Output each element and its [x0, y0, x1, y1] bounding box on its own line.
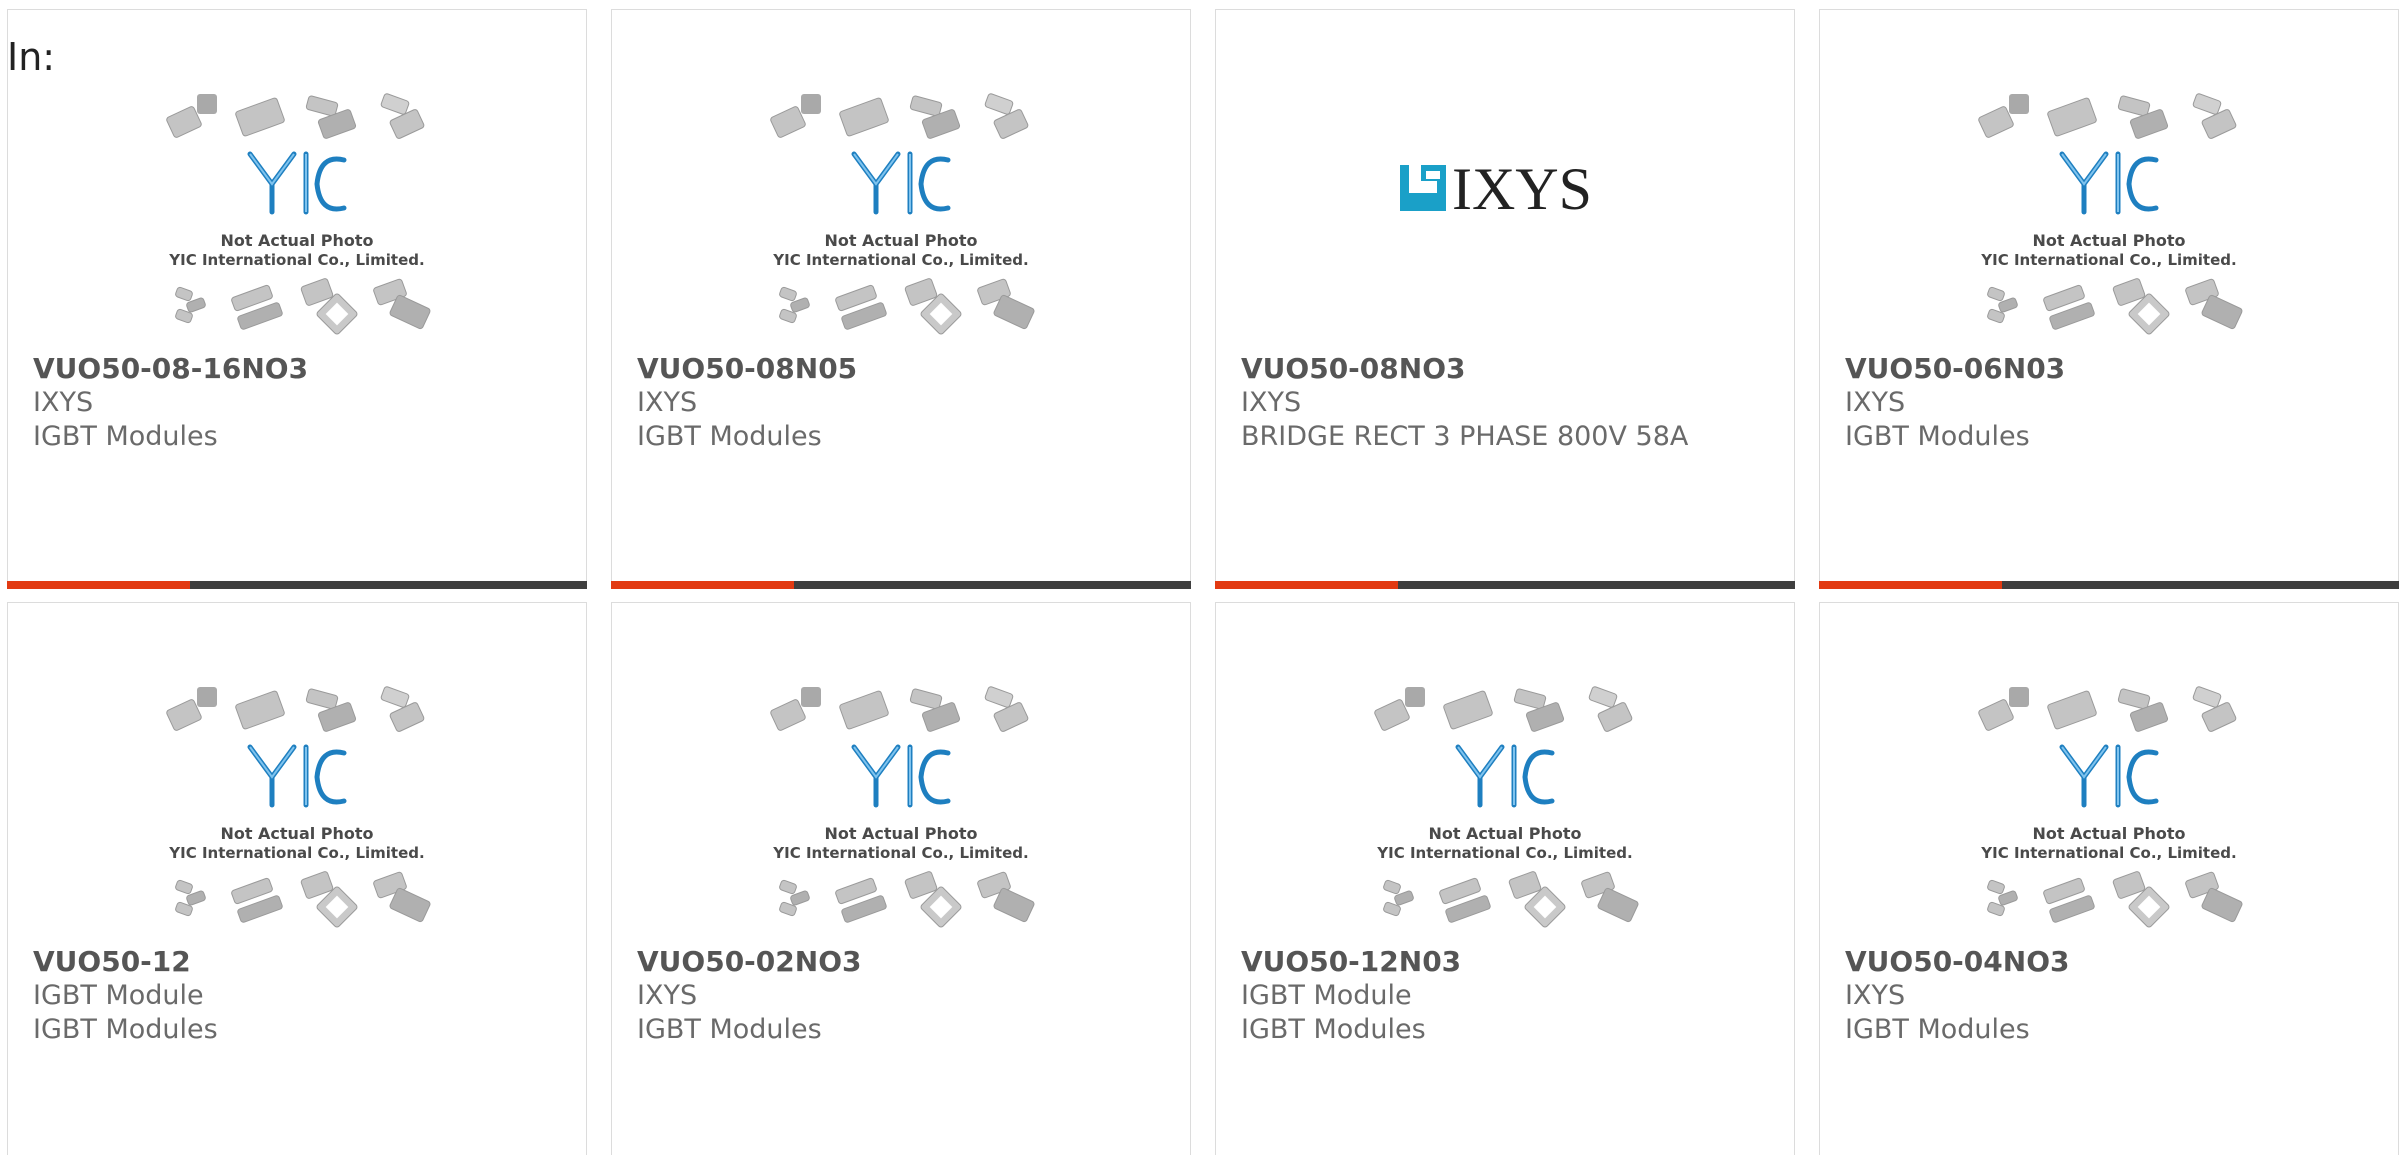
product-info: VUO50-04NO3 IXYS IGBT Modules [1845, 945, 2388, 1047]
part-number[interactable]: VUO50-02NO3 [637, 945, 1180, 979]
yic-placeholder-image: Not Actual PhotoYIC International Co., L… [1978, 686, 2243, 928]
product-card[interactable]: Not Actual Photo YIC International Co., L… [1215, 602, 1795, 1155]
ixys-logo-text: IXYS [1452, 162, 1592, 218]
category: IGBT Modules [33, 1014, 218, 1045]
product-info: VUO50-08-16NO3 IXYS IGBT Modules [33, 352, 576, 454]
product-thumbnail: IXYS [1216, 92, 1794, 352]
placeholder-caption-line2: YIC International Co., Limited. [772, 251, 1028, 269]
yic-placeholder-image: Not Actual PhotoYIC International Co., L… [1978, 93, 2243, 335]
product-info: VUO50-12N03 IGBT Module IGBT Modules [1241, 945, 1784, 1047]
product-thumbnail: Not Actual Photo YIC International Co., L… [612, 92, 1190, 352]
manufacturer: IGBT Module [1241, 980, 1412, 1011]
category: IGBT Modules [637, 1014, 822, 1045]
product-card[interactable]: Not Actual Photo YIC International Co., L… [611, 9, 1191, 589]
in-label: In: [7, 35, 56, 79]
placeholder-caption-line2: YIC International Co., Limited. [1980, 251, 2236, 269]
part-number[interactable]: VUO50-12 [33, 945, 576, 979]
product-thumbnail: Not Actual Photo YIC International Co., L… [8, 685, 586, 945]
manufacturer: IXYS [1845, 387, 1906, 418]
manufacturer: IXYS [33, 387, 94, 418]
placeholder-caption-line1: Not Actual Photo [220, 824, 373, 843]
product-info: VUO50-12 IGBT Module IGBT Modules [33, 945, 576, 1047]
product-card[interactable]: Not Actual Photo YIC International Co., L… [7, 9, 587, 589]
part-number[interactable]: VUO50-08NO3 [1241, 352, 1784, 386]
product-card[interactable]: Not Actual Photo YIC International Co., L… [1819, 9, 2399, 589]
product-card[interactable]: IXYS VUO50-08NO3 IXYS BRIDGE RECT 3 PHAS… [1215, 9, 1795, 589]
part-number[interactable]: VUO50-08-16NO3 [33, 352, 576, 386]
product-thumbnail: Not Actual Photo YIC International Co., L… [1820, 92, 2398, 352]
category: IGBT Modules [637, 421, 822, 452]
category: IGBT Modules [1845, 1014, 2030, 1045]
placeholder-caption-line2: YIC International Co., Limited. [168, 251, 424, 269]
part-number[interactable]: VUO50-12N03 [1241, 945, 1784, 979]
product-card[interactable]: Not Actual Photo YIC International Co., L… [611, 602, 1191, 1155]
product-info: VUO50-08N05 IXYS IGBT Modules [637, 352, 1180, 454]
product-thumbnail: Not Actual Photo YIC International Co., L… [8, 92, 586, 352]
product-card[interactable]: Not Actual Photo YIC International Co., L… [7, 602, 587, 1155]
product-grid: Not Actual Photo YIC International Co., L… [7, 9, 2399, 1155]
card-accent-bar [611, 581, 1191, 589]
manufacturer: IXYS [1845, 980, 1906, 1011]
placeholder-caption-line1: Not Actual Photo [2032, 231, 2185, 250]
product-thumbnail: Not Actual Photo YIC International Co., L… [1820, 685, 2398, 945]
manufacturer: IXYS [637, 980, 698, 1011]
yic-placeholder-image: Not Actual PhotoYIC International Co., L… [166, 686, 431, 928]
card-accent-bar [1819, 581, 2399, 589]
part-number[interactable]: VUO50-06N03 [1845, 352, 2388, 386]
product-info: VUO50-08NO3 IXYS BRIDGE RECT 3 PHASE 800… [1241, 352, 1784, 454]
category: IGBT Modules [1845, 421, 2030, 452]
product-grid-page: In: Not Actual Photo YIC International Co… [0, 0, 2400, 1155]
part-number[interactable]: VUO50-08N05 [637, 352, 1180, 386]
yic-placeholder-image: Not Actual PhotoYIC International Co., L… [770, 93, 1035, 335]
placeholder-caption-line2: YIC International Co., Limited. [1376, 844, 1632, 862]
placeholder-caption-line2: YIC International Co., Limited. [168, 844, 424, 862]
placeholder-caption-line1: Not Actual Photo [2032, 824, 2185, 843]
category: IGBT Modules [1241, 1014, 1426, 1045]
category: IGBT Modules [33, 421, 218, 452]
manufacturer: IXYS [1241, 387, 1302, 418]
yic-placeholder-image: Not Actual PhotoYIC International Co., L… [166, 93, 431, 335]
category: BRIDGE RECT 3 PHASE 800V 58A [1241, 421, 1689, 452]
ixys-logo-image: IXYS [1400, 162, 1592, 218]
placeholder-caption-line2: YIC International Co., Limited. [772, 844, 1028, 862]
manufacturer: IXYS [637, 387, 698, 418]
product-info: VUO50-02NO3 IXYS IGBT Modules [637, 945, 1180, 1047]
yic-placeholder-image: Not Actual PhotoYIC International Co., L… [1374, 686, 1639, 928]
product-thumbnail: Not Actual Photo YIC International Co., L… [612, 685, 1190, 945]
placeholder-caption-line1: Not Actual Photo [1428, 824, 1581, 843]
yic-placeholder-image: Not Actual PhotoYIC International Co., L… [770, 686, 1035, 928]
card-accent-bar [7, 581, 587, 589]
part-number[interactable]: VUO50-04NO3 [1845, 945, 2388, 979]
placeholder-caption-line1: Not Actual Photo [220, 231, 373, 250]
manufacturer: IGBT Module [33, 980, 204, 1011]
product-thumbnail: Not Actual Photo YIC International Co., L… [1216, 685, 1794, 945]
placeholder-caption-line2: YIC International Co., Limited. [1980, 844, 2236, 862]
placeholder-caption-line1: Not Actual Photo [824, 231, 977, 250]
placeholder-caption-line1: Not Actual Photo [824, 824, 977, 843]
product-card[interactable]: Not Actual Photo YIC International Co., L… [1819, 602, 2399, 1155]
product-info: VUO50-06N03 IXYS IGBT Modules [1845, 352, 2388, 454]
card-accent-bar [1215, 581, 1795, 589]
